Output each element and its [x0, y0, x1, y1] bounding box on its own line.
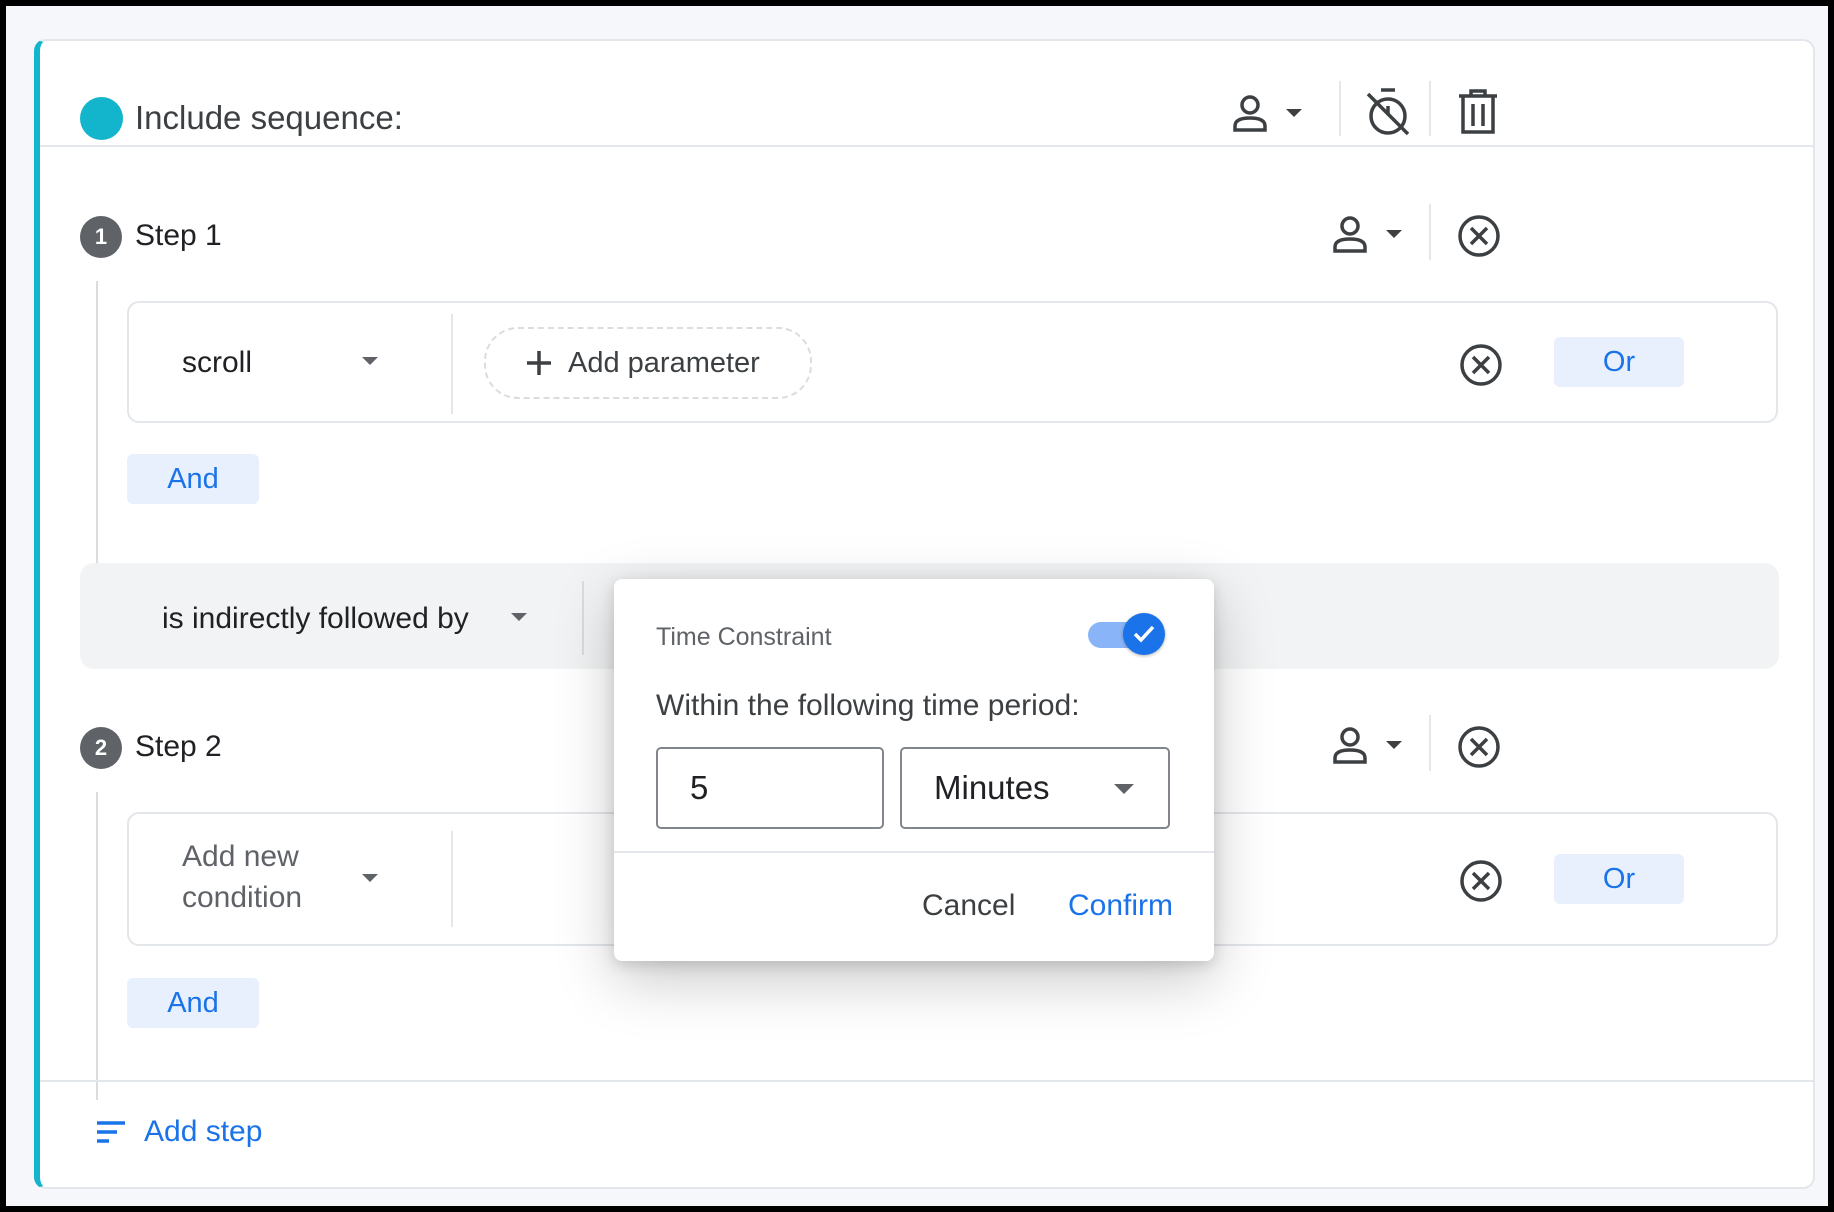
step-1-divider	[1429, 204, 1431, 260]
dialog-separator	[614, 851, 1214, 853]
chevron-down-icon	[1386, 741, 1402, 749]
step-2-divider	[1429, 715, 1431, 771]
chevron-down-icon	[362, 874, 378, 882]
step-2-badge: 2	[80, 727, 122, 769]
time-unit-value: Minutes	[934, 769, 1050, 806]
person-icon	[1333, 216, 1367, 253]
toggle-thumb[interactable]	[1123, 613, 1165, 655]
add-step-lines-icon	[97, 1121, 125, 1143]
person-icon	[1333, 727, 1367, 764]
step-1-scope-dropdown[interactable]	[1330, 207, 1420, 267]
remove-condition-close-circle-icon[interactable]	[1458, 858, 1504, 904]
trash-icon[interactable]	[1453, 86, 1503, 138]
remove-step-1-close-circle-icon[interactable]	[1456, 213, 1502, 259]
add-parameter-button[interactable]: Add parameter	[484, 327, 812, 399]
chevron-down-icon	[1114, 784, 1134, 794]
step-1-event-select[interactable]: scroll	[182, 346, 252, 380]
sequence-title: Include sequence:	[135, 99, 403, 136]
step-2-scope-dropdown[interactable]	[1330, 718, 1420, 778]
duration-input[interactable]: 5	[656, 747, 884, 829]
chevron-down-icon	[1286, 109, 1302, 117]
header-divider	[1429, 81, 1431, 136]
scope-person-dropdown[interactable]	[1230, 86, 1320, 146]
footer-separator	[40, 1080, 1813, 1082]
app-frame: Include sequence: 1 Step 1 scroll Add pa…	[6, 6, 1828, 1206]
step-1-badge: 1	[80, 216, 122, 258]
connector-divider	[582, 581, 584, 655]
add-parameter-label: Add parameter	[568, 346, 760, 379]
step-1-and-button[interactable]: And	[127, 454, 259, 504]
header-divider	[1339, 81, 1341, 136]
header-separator	[40, 145, 1813, 147]
remove-step-2-close-circle-icon[interactable]	[1456, 724, 1502, 770]
step-1-rail	[96, 281, 98, 577]
step-1-title: Step 1	[135, 219, 222, 252]
step-2-title: Step 2	[135, 730, 222, 763]
step-2-or-button[interactable]: Or	[1554, 854, 1684, 904]
add-step-label: Add step	[144, 1115, 263, 1148]
confirm-button[interactable]: Confirm	[1068, 889, 1173, 923]
chevron-down-icon	[511, 613, 527, 621]
condition-divider	[451, 831, 453, 927]
person-icon	[1233, 95, 1267, 132]
add-step-button[interactable]: Add step	[94, 1115, 262, 1149]
cancel-button[interactable]: Cancel	[922, 889, 1015, 923]
sequence-color-dot	[80, 97, 123, 140]
check-icon	[1133, 625, 1155, 643]
dialog-subtitle: Within the following time period:	[656, 689, 1080, 722]
condition-divider	[451, 314, 453, 414]
step-2-rail	[96, 792, 98, 1100]
plus-icon	[527, 351, 551, 375]
remove-condition-close-circle-icon[interactable]	[1458, 342, 1504, 388]
chevron-down-icon	[1386, 230, 1402, 238]
step-1-or-button[interactable]: Or	[1554, 337, 1684, 387]
timer-off-icon[interactable]	[1360, 84, 1416, 140]
time-constraint-dialog: Time Constraint Within the following tim…	[614, 579, 1214, 961]
step-2-condition-select[interactable]: Add new condition	[182, 836, 302, 918]
followed-by-select[interactable]: is indirectly followed by	[162, 602, 469, 636]
dialog-title: Time Constraint	[656, 623, 832, 651]
chevron-down-icon	[362, 357, 378, 365]
step-2-and-button[interactable]: And	[127, 978, 259, 1028]
